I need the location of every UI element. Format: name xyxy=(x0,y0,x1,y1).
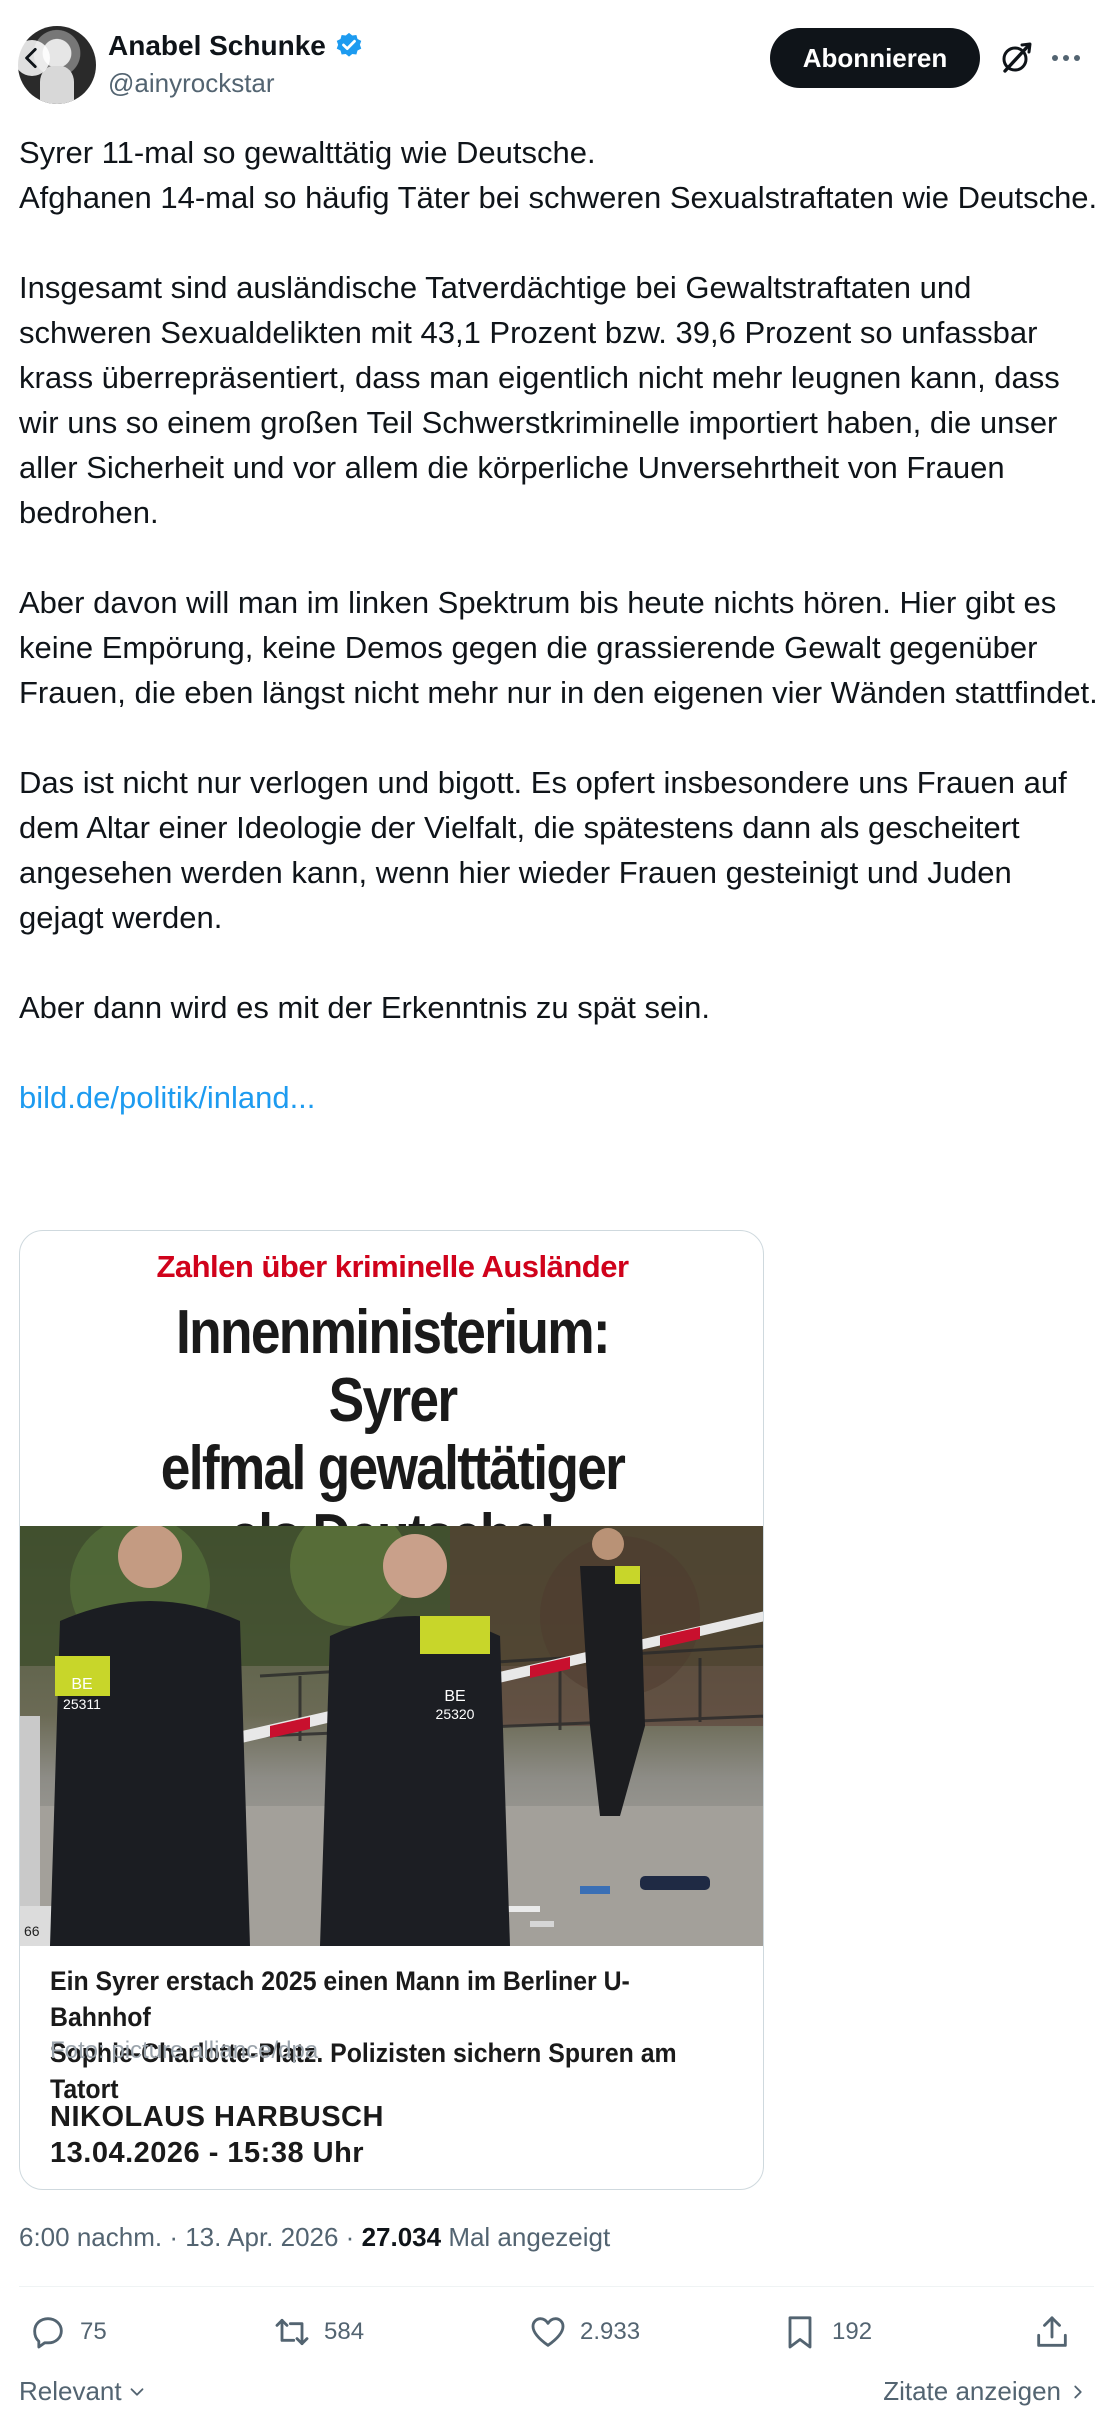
bookmark-count: 192 xyxy=(832,2318,873,2345)
tweet-line: Afghanen 14-mal so häufig Täter bei schw… xyxy=(19,180,1098,215)
view-count-label: Mal angezeigt xyxy=(441,2222,611,2252)
share-button[interactable] xyxy=(1032,2312,1072,2352)
tweet-date[interactable]: 13. Apr. 2026 xyxy=(185,2222,338,2252)
chevron-down-icon xyxy=(130,2387,144,2396)
vest-number: BE xyxy=(444,1688,465,1705)
tweet-paragraph: Insgesamt sind ausländische Tatverdächti… xyxy=(19,270,1060,530)
view-count: 27.034 xyxy=(361,2222,442,2252)
back-button[interactable] xyxy=(14,40,50,76)
action-bar: 75 584 2.933 192 xyxy=(0,2302,1113,2372)
repost-icon xyxy=(275,2318,309,2346)
like-button[interactable]: 2.933 xyxy=(528,2312,640,2352)
card-caption-line: Ein Syrer erstach 2025 einen Mann im Ber… xyxy=(50,1966,630,2032)
tweet-line: Syrer 11-mal so gewalttätig wie Deutsche… xyxy=(19,135,596,170)
chevron-right-icon xyxy=(1074,2385,1082,2398)
article-byline: NIKOLAUS HARBUSCH 13.04.2026 - 15:38 Uhr xyxy=(50,2099,384,2171)
vest-number: 25320 xyxy=(436,1706,475,1722)
car-number: 66 xyxy=(24,1923,40,1939)
more-options-icon[interactable] xyxy=(1046,38,1086,78)
repost-button[interactable]: 584 xyxy=(272,2312,364,2352)
sort-replies-dropdown[interactable]: Relevant xyxy=(19,2376,148,2407)
bookmark-icon xyxy=(788,2316,812,2349)
tweet-header: Anabel Schunke @ainyrockstar Abonnieren xyxy=(0,0,1113,112)
card-caption: Ein Syrer erstach 2025 einen Mann im Ber… xyxy=(50,1963,694,2107)
repost-count: 584 xyxy=(324,2318,365,2345)
share-icon xyxy=(1037,2316,1067,2347)
back-arrow-icon xyxy=(25,47,37,69)
reply-icon xyxy=(33,2317,63,2349)
tweet-paragraph: Das ist nicht nur verlogen und bigott. E… xyxy=(19,765,1067,935)
tweet-time[interactable]: 6:00 nachm. xyxy=(19,2222,162,2252)
vest-number: BE xyxy=(71,1676,92,1693)
reply-button[interactable]: 75 xyxy=(28,2312,107,2352)
reply-count: 75 xyxy=(80,2318,107,2345)
meta-separator: · xyxy=(162,2222,186,2252)
verified-badge-icon xyxy=(336,32,362,57)
subscribe-button[interactable]: Abonnieren xyxy=(770,28,980,88)
view-quotes-link[interactable]: Zitate anzeigen xyxy=(883,2376,1089,2407)
grok-icon[interactable] xyxy=(996,38,1036,78)
tweet-text: Syrer 11-mal so gewalttätig wie Deutsche… xyxy=(19,130,1099,1120)
article-datetime: 13.04.2026 - 15:38 Uhr xyxy=(50,2137,365,2169)
sort-label: Relevant xyxy=(19,2376,122,2406)
article-author: NIKOLAUS HARBUSCH xyxy=(50,2101,384,2133)
photo-credit: Foto: picture alliance/dpa xyxy=(50,2037,319,2064)
tweet-paragraph: Aber davon will man im linken Spektrum b… xyxy=(19,585,1098,710)
view-quotes-label: Zitate anzeigen xyxy=(883,2376,1061,2406)
tweet-paragraph: Aber dann wird es mit der Erkenntnis zu … xyxy=(19,990,710,1025)
tweet-meta: 6:00 nachm. · 13. Apr. 2026 · 27.034 Mal… xyxy=(19,2222,610,2253)
article-link[interactable]: bild.de/politik/inland... xyxy=(19,1080,315,1115)
vest-number: 25311 xyxy=(63,1696,101,1712)
author-name[interactable]: Anabel Schunke xyxy=(108,30,326,62)
card-photo: BE 25311 BE 25320 66 xyxy=(20,1526,763,1946)
meta-separator: · xyxy=(338,2222,362,2252)
police-scene-image: BE 25311 BE 25320 66 xyxy=(20,1526,763,1946)
card-headline-line: Innenministerium: Syrer xyxy=(176,1298,611,1435)
like-count: 2.933 xyxy=(580,2318,641,2345)
card-headline-line: elfmal gewalttätiger xyxy=(160,1434,626,1503)
author-name-row[interactable]: Anabel Schunke xyxy=(108,30,364,62)
heart-icon xyxy=(531,2317,565,2347)
bookmark-button[interactable]: 192 xyxy=(780,2312,872,2352)
card-kicker: Zahlen über kriminelle Ausländer xyxy=(156,1249,629,1284)
divider xyxy=(19,2286,1094,2287)
link-preview-card[interactable]: Zahlen über kriminelle Ausländer Innenmi… xyxy=(19,1230,764,2190)
author-handle[interactable]: @ainyrockstar xyxy=(108,68,275,99)
